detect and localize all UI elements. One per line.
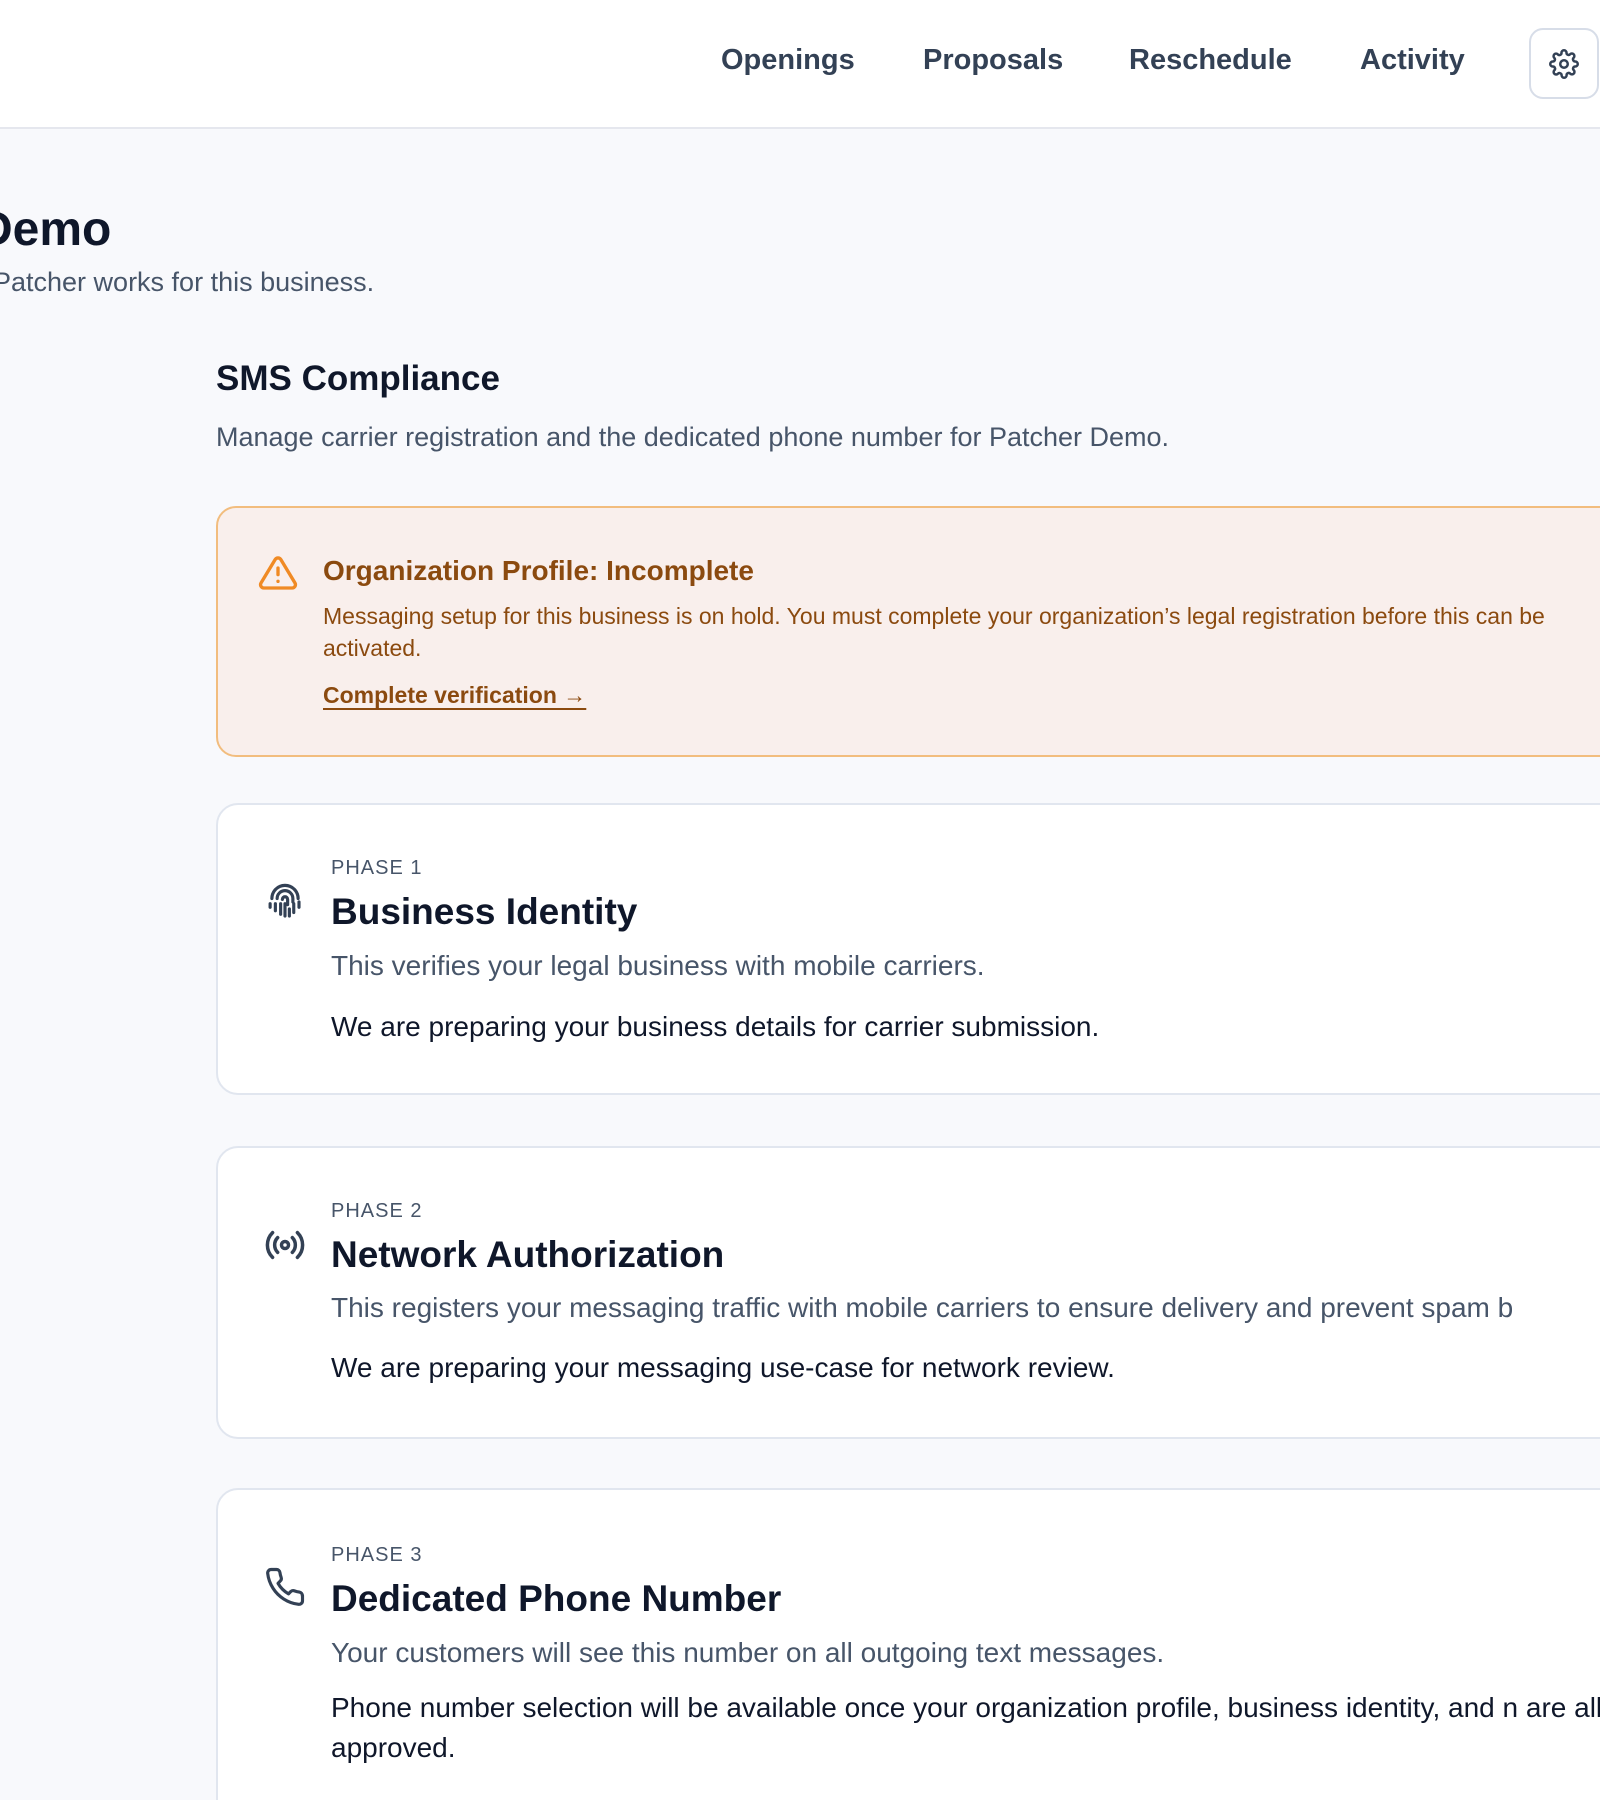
nav-activity[interactable]: Activity <box>1360 44 1465 77</box>
phase-description: Your customers will see this number on a… <box>331 1637 1165 1668</box>
page-title: Demo <box>0 203 112 256</box>
phase-label: PHASE 1 <box>331 857 423 879</box>
phase-description: This verifies your legal business with m… <box>331 950 985 981</box>
complete-verification-link[interactable]: Complete verification → <box>323 682 586 709</box>
broadcast-signal-icon <box>265 1230 305 1260</box>
phase-title: Dedicated Phone Number <box>331 1578 782 1619</box>
phase-status: We are preparing your messaging use-case… <box>331 1352 1115 1383</box>
phase-label: PHASE 3 <box>331 1544 423 1566</box>
phase-description: This registers your messaging traffic wi… <box>331 1292 1514 1323</box>
alert-title: Organization Profile: Incomplete <box>323 555 754 586</box>
phase-status: We are preparing your business details f… <box>331 1011 1100 1042</box>
section-title: SMS Compliance <box>216 359 500 398</box>
top-nav: Openings Proposals Reschedule Activity <box>0 0 1600 129</box>
fingerprint-icon <box>268 883 301 918</box>
phase-card-business-identity: PHASE 1 Business Identity This verifies … <box>216 803 1600 1095</box>
nav-openings[interactable]: Openings <box>721 44 855 77</box>
phase-title: Business Identity <box>331 891 638 932</box>
settings-button[interactable] <box>1529 28 1599 99</box>
phase-status: Phone number selection will be available… <box>331 1692 1600 1763</box>
gear-icon <box>1549 48 1579 79</box>
section-description: Manage carrier registration and the dedi… <box>216 422 1170 452</box>
phone-icon <box>266 1567 305 1606</box>
nav-reschedule[interactable]: Reschedule <box>1129 44 1292 77</box>
phase-card-dedicated-phone-number: PHASE 3 Dedicated Phone Number Your cust… <box>216 1488 1600 1800</box>
nav-proposals[interactable]: Proposals <box>923 44 1063 77</box>
alert-body: Messaging setup for this business is on … <box>323 603 1545 661</box>
phase-card-network-authorization: PHASE 2 Network Authorization This regis… <box>216 1146 1600 1439</box>
phase-title: Network Authorization <box>331 1234 725 1275</box>
phase-label: PHASE 2 <box>331 1200 423 1222</box>
page-subtitle: Patcher works for this business. <box>0 267 375 297</box>
warning-triangle-icon <box>258 556 298 590</box>
incomplete-profile-alert: Organization Profile: Incomplete Messagi… <box>216 506 1600 757</box>
